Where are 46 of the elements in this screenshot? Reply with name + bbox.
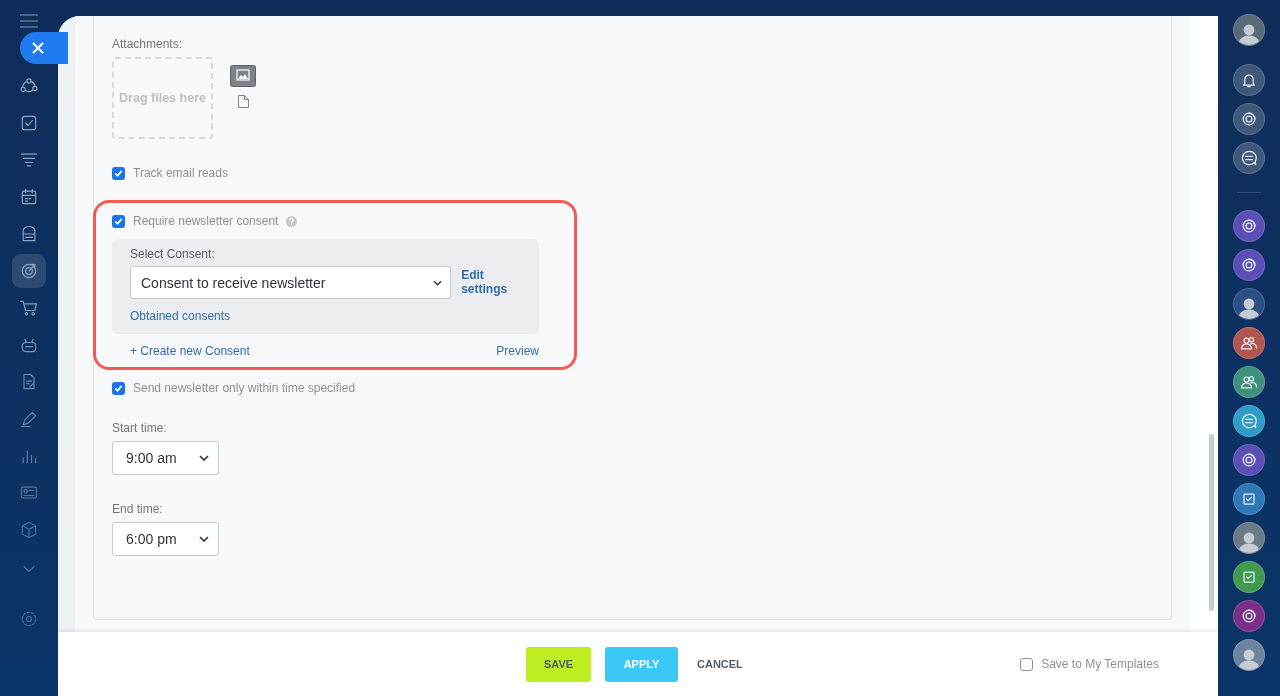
checkbox-label: Send newsletter only within time specified	[133, 381, 356, 395]
save-button[interactable]: SAVE	[526, 646, 591, 682]
create-consent-link[interactable]: + Create new Consent	[130, 344, 250, 358]
checkbox-icon[interactable]	[1233, 561, 1265, 593]
file-icon[interactable]	[237, 95, 249, 108]
avatar[interactable]	[1233, 288, 1265, 320]
field-label: End time:	[112, 502, 164, 516]
checkbox[interactable]	[112, 381, 125, 395]
checkbox[interactable]	[112, 166, 125, 180]
checkbox-icon[interactable]	[1233, 483, 1265, 515]
preview-link[interactable]: Preview	[496, 344, 539, 358]
chat-icon[interactable]	[1233, 142, 1265, 174]
time-dropdown[interactable]: 6:00 pm	[112, 522, 219, 556]
edit-settings-link[interactable]: Edit settings	[461, 268, 521, 297]
field-label: Attachments:	[112, 37, 184, 51]
close-button[interactable]	[20, 32, 68, 64]
checkbox[interactable]	[112, 214, 125, 228]
target-icon[interactable]	[12, 253, 46, 288]
chat-icon[interactable]	[1233, 405, 1265, 437]
checkbox-label: Require newsletter consent	[133, 214, 279, 228]
avatar[interactable]	[1233, 522, 1265, 554]
checkbox[interactable]	[1020, 657, 1034, 671]
spiral-icon[interactable]	[1233, 444, 1265, 476]
spiral-icon[interactable]	[1233, 600, 1265, 632]
checkbox-label: Save to My Templates	[1041, 657, 1159, 671]
group-icon[interactable]	[1233, 327, 1265, 359]
spiral-icon[interactable]	[1233, 103, 1265, 135]
spiral-icon[interactable]	[1233, 249, 1265, 281]
time-dropdown[interactable]: 9:00 am	[112, 441, 219, 475]
consent-dropdown[interactable]: Consent to receive newsletter	[130, 266, 452, 299]
checkbox-label: Track email reads	[133, 166, 228, 180]
bell-icon[interactable]	[1233, 64, 1265, 96]
group-icon[interactable]	[1233, 366, 1265, 398]
avatar[interactable]	[1233, 639, 1265, 671]
close-icon	[31, 41, 45, 55]
obtained-consents-link[interactable]: Obtained consents	[130, 309, 231, 323]
image-icon[interactable]	[230, 65, 256, 87]
field-label: Start time:	[112, 421, 168, 435]
avatar[interactable]	[1233, 13, 1265, 46]
cancel-button[interactable]: CANCEL	[693, 646, 747, 682]
caret-icon	[199, 536, 209, 542]
caret-icon	[199, 455, 209, 461]
scrollbar[interactable]	[1209, 434, 1214, 611]
caret-icon	[433, 279, 443, 286]
field-label: Select Consent:	[130, 247, 216, 261]
spiral-icon[interactable]	[1233, 210, 1265, 242]
